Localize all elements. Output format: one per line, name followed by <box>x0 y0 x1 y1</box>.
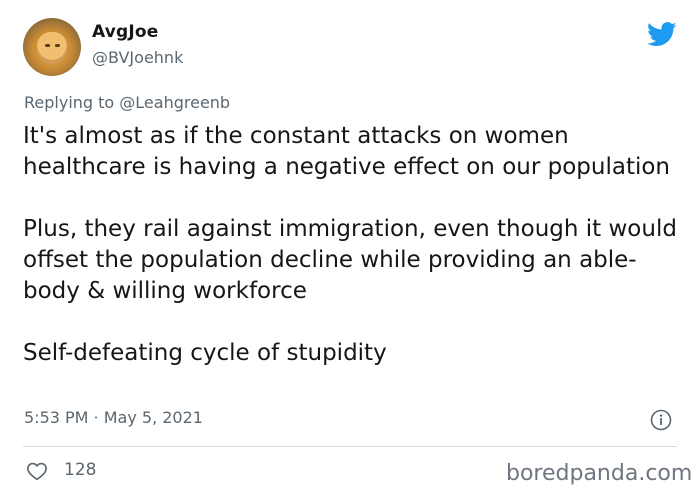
heart-icon[interactable] <box>26 461 48 481</box>
tweet-paragraph: Self-defeating cycle of stupidity <box>23 340 387 366</box>
display-name[interactable]: AvgJoe <box>92 22 159 42</box>
tweet-timestamp[interactable]: 5:53 PM · May 5, 2021 <box>24 408 203 427</box>
tweet-paragraph: Plus, they rail against immigration, eve… <box>23 216 677 304</box>
user-handle[interactable]: @BVJoehnk <box>92 48 183 67</box>
twitter-bird-icon[interactable] <box>647 22 677 47</box>
avatar-eye-right <box>55 44 60 47</box>
like-count: 128 <box>64 460 97 480</box>
tweet-body: It's almost as if the constant attacks o… <box>23 121 683 369</box>
tweet-paragraph: It's almost as if the constant attacks o… <box>23 123 670 180</box>
tweet-card: AvgJoe @BVJoehnk Replying to @Leahgreenb… <box>0 0 700 500</box>
replying-to[interactable]: Replying to @Leahgreenb <box>24 93 230 112</box>
watermark: boredpanda.com <box>506 461 693 486</box>
divider <box>23 446 677 447</box>
info-icon[interactable] <box>650 409 672 431</box>
avatar[interactable] <box>23 18 81 76</box>
avatar-eye-left <box>45 44 50 47</box>
avatar-face <box>37 32 67 64</box>
